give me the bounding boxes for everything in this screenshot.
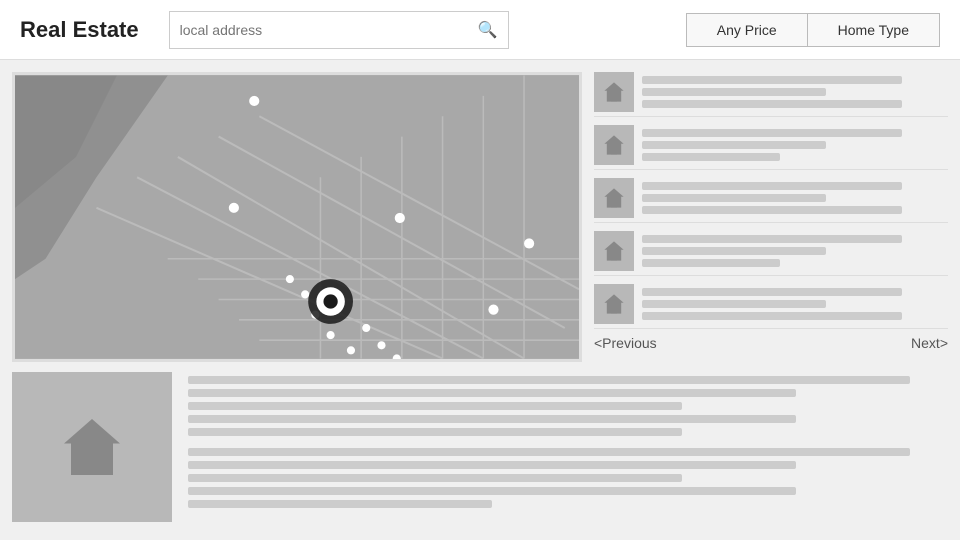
price-filter-button[interactable]: Any Price xyxy=(686,13,807,47)
detail-text-line xyxy=(188,389,796,397)
previous-button[interactable]: <Previous xyxy=(594,335,657,351)
detail-content xyxy=(188,372,948,540)
listing-text-line xyxy=(642,182,902,190)
listing-text-line xyxy=(642,76,902,84)
search-bar: 🔍 xyxy=(169,11,509,49)
map-container[interactable] xyxy=(12,72,582,362)
listing-text-line xyxy=(642,194,826,202)
home-type-filter-button[interactable]: Home Type xyxy=(807,13,940,47)
detail-text-line xyxy=(188,487,796,495)
listing-text-line xyxy=(642,206,902,214)
listing-lines xyxy=(642,129,948,161)
listing-thumbnail xyxy=(594,72,634,112)
listing-lines xyxy=(642,288,948,320)
listing-thumbnail xyxy=(594,231,634,271)
home-icon-large xyxy=(57,412,127,482)
listing-item[interactable] xyxy=(594,227,948,276)
app-title: Real Estate xyxy=(20,17,139,43)
listing-text-line xyxy=(642,235,902,243)
listing-text-line xyxy=(642,88,826,96)
listing-text-line xyxy=(642,141,826,149)
listing-text-line xyxy=(642,153,780,161)
listing-lines xyxy=(642,76,948,108)
detail-lines-group-bottom xyxy=(188,448,948,508)
listing-text-line xyxy=(642,129,902,137)
listing-text-line xyxy=(642,312,902,320)
filter-buttons: Any Price Home Type xyxy=(686,13,940,47)
detail-text-line xyxy=(188,500,492,508)
listing-text-line xyxy=(642,247,826,255)
listing-thumbnail xyxy=(594,178,634,218)
listing-lines xyxy=(642,182,948,214)
search-button[interactable]: 🔍 xyxy=(478,20,498,40)
listing-text-line xyxy=(642,100,902,108)
listing-text-line xyxy=(642,259,780,267)
listing-text-line xyxy=(642,300,826,308)
search-icon: 🔍 xyxy=(478,22,498,39)
detail-thumbnail xyxy=(12,372,172,522)
listing-lines xyxy=(642,235,948,267)
listings-panel: <Previous Next> xyxy=(582,60,960,360)
detail-text-line xyxy=(188,428,682,436)
listing-thumbnail xyxy=(594,284,634,324)
listings-list xyxy=(594,68,948,329)
detail-text-line xyxy=(188,402,682,410)
listing-text-line xyxy=(642,288,902,296)
listing-item[interactable] xyxy=(594,68,948,117)
pagination: <Previous Next> xyxy=(594,329,948,357)
detail-text-line xyxy=(188,461,796,469)
detail-text-line xyxy=(188,415,796,423)
main-content: <Previous Next> xyxy=(0,60,960,540)
bottom-section xyxy=(0,360,960,540)
detail-text-line xyxy=(188,376,910,384)
map-svg xyxy=(15,75,579,359)
next-button[interactable]: Next> xyxy=(911,335,948,351)
detail-lines-group-top xyxy=(188,376,948,436)
listing-item[interactable] xyxy=(594,121,948,170)
listing-item[interactable] xyxy=(594,280,948,329)
detail-text-line xyxy=(188,474,682,482)
detail-text-line xyxy=(188,448,910,456)
listing-item[interactable] xyxy=(594,174,948,223)
search-input[interactable] xyxy=(180,22,478,38)
header: Real Estate 🔍 Any Price Home Type xyxy=(0,0,960,60)
listing-thumbnail xyxy=(594,125,634,165)
top-section: <Previous Next> xyxy=(0,60,960,360)
